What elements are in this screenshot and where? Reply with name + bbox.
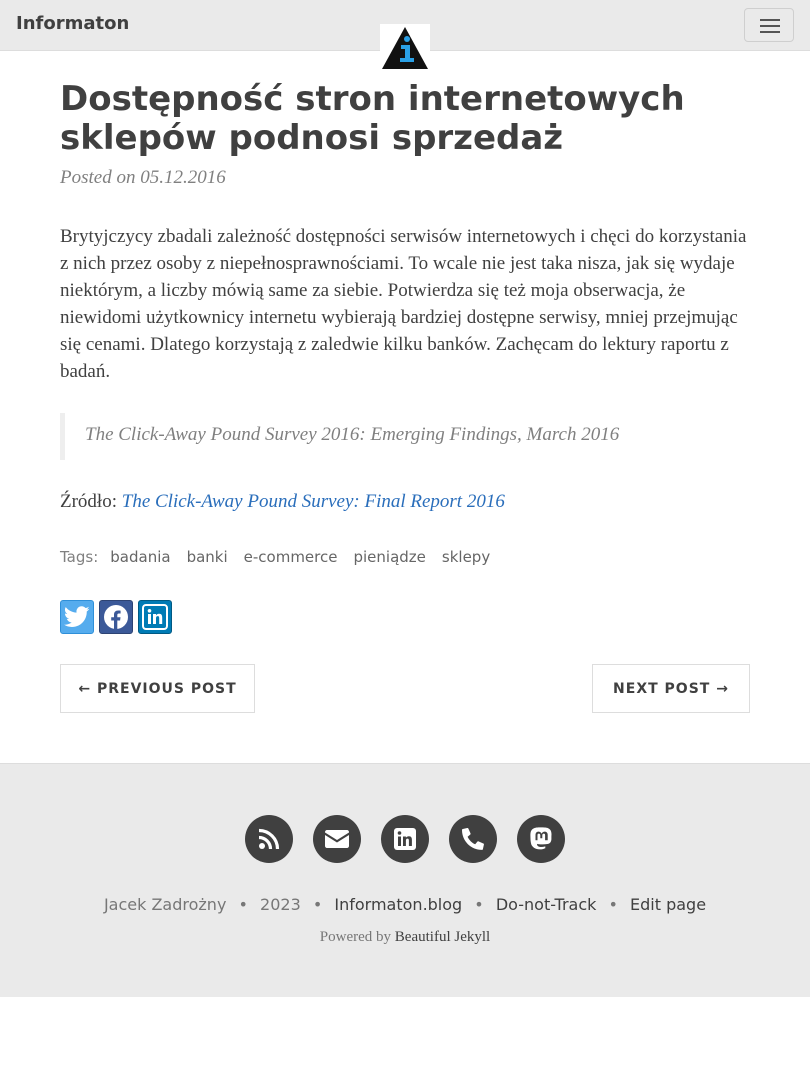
tag-link[interactable]: banki	[187, 548, 228, 566]
footer-separator: •	[238, 895, 248, 914]
twitter-icon	[64, 606, 90, 627]
share-buttons	[60, 600, 172, 634]
footer-credits: Jacek Zadrożny • 2023 • Informaton.blog …	[0, 895, 810, 914]
previous-post-button[interactable]: ← PREVIOUS POST	[60, 664, 255, 713]
mastodon-icon	[530, 827, 552, 850]
post-tags: Tags: badania banki e-commerce pieniądze…	[60, 548, 506, 566]
hamburger-menu-icon	[760, 25, 780, 27]
linkedin-link[interactable]	[381, 815, 429, 863]
post-date: Posted on 05.12.2016	[60, 167, 226, 188]
source-label: Źródło:	[60, 491, 117, 512]
source-link[interactable]: The Click-Away Pound Survey: Final Repor…	[122, 491, 505, 512]
post-body: Brytyjczycy zbadali zależność dostępnośc…	[60, 226, 747, 382]
share-linkedin-button[interactable]	[138, 600, 172, 634]
footer-powered-by: Powered by Beautiful Jekyll	[0, 929, 810, 946]
menu-toggle-button[interactable]	[744, 8, 794, 42]
mastodon-link[interactable]	[517, 815, 565, 863]
tag-link[interactable]: sklepy	[442, 548, 490, 566]
rss-icon	[258, 828, 280, 850]
footer-separator: •	[608, 895, 618, 914]
footer-social-links	[245, 815, 565, 863]
rss-link[interactable]	[245, 815, 293, 863]
envelope-icon	[325, 830, 349, 848]
footer-year: 2023	[260, 895, 301, 914]
next-post-button[interactable]: NEXT POST →	[592, 664, 750, 713]
informaton-logo-icon[interactable]	[380, 24, 430, 70]
share-twitter-button[interactable]	[60, 600, 94, 634]
beautiful-jekyll-link[interactable]: Beautiful Jekyll	[395, 929, 490, 945]
footer-author: Jacek Zadrożny	[103, 895, 227, 914]
tag-link[interactable]: pieniądze	[353, 548, 425, 566]
hamburger-menu-icon	[760, 31, 780, 33]
tag-link[interactable]: badania	[110, 548, 170, 566]
footer-site-link[interactable]: Informaton.blog	[334, 895, 462, 914]
email-link[interactable]	[313, 815, 361, 863]
top-navbar: Informaton	[0, 0, 810, 70]
tag-link[interactable]: e-commerce	[244, 548, 338, 566]
post-source: Źródło: The Click-Away Pound Survey: Fin…	[60, 491, 505, 513]
hamburger-menu-icon	[760, 19, 780, 21]
linkedin-icon	[142, 604, 168, 630]
phone-icon	[462, 828, 484, 850]
page-footer: Jacek Zadrożny • 2023 • Informaton.blog …	[0, 763, 810, 997]
tags-label: Tags:	[60, 548, 99, 566]
facebook-icon	[104, 605, 128, 629]
post-blockquote: The Click-Away Pound Survey 2016: Emergi…	[60, 413, 750, 460]
footer-dnt-link[interactable]: Do-not-Track	[496, 895, 597, 914]
footer-edit-link[interactable]: Edit page	[630, 895, 706, 914]
phone-link[interactable]	[449, 815, 497, 863]
powered-prefix: Powered by	[319, 929, 395, 945]
share-facebook-button[interactable]	[99, 600, 133, 634]
linkedin-icon	[394, 828, 416, 850]
footer-separator: •	[474, 895, 484, 914]
site-brand-link[interactable]: Informaton	[16, 13, 129, 34]
post-title: Dostępność stron internetowych sklepów p…	[60, 79, 685, 158]
footer-separator: •	[312, 895, 323, 914]
